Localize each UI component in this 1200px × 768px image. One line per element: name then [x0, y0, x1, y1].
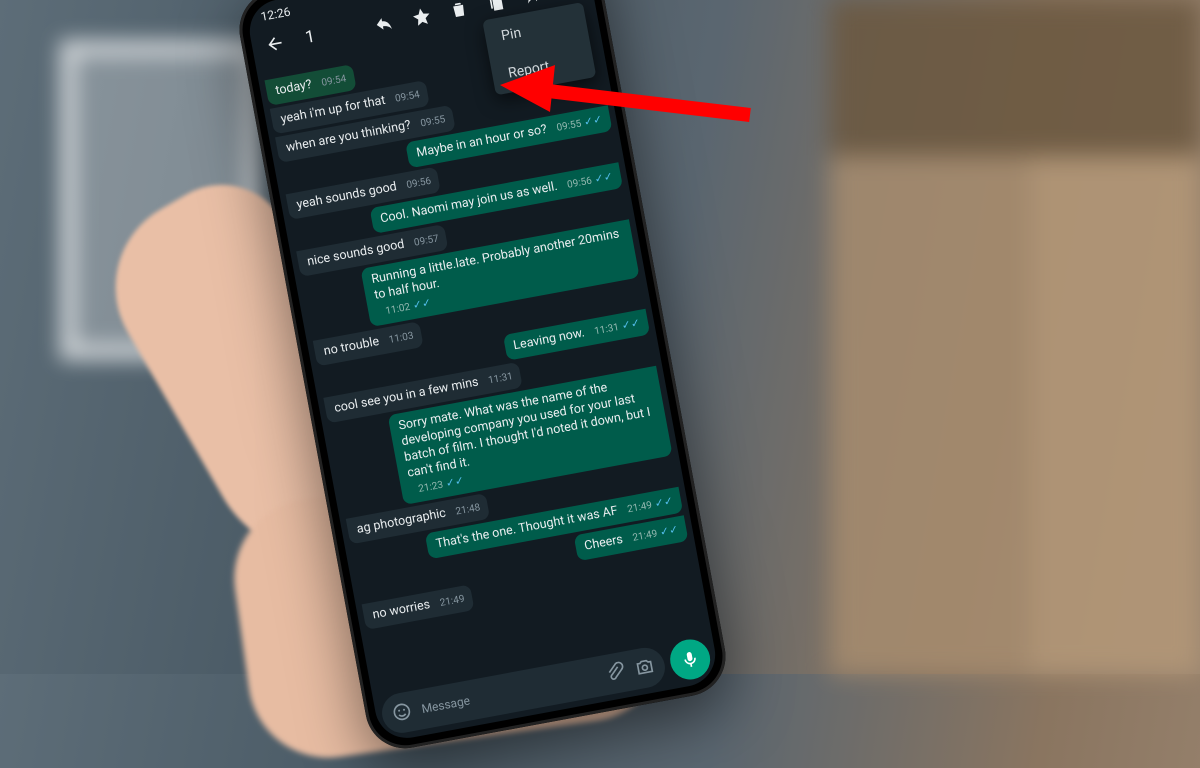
delete-icon[interactable] — [446, 0, 472, 23]
read-ticks-icon: ✓✓ — [659, 522, 679, 538]
message-time: 21:49✓✓ — [626, 494, 674, 517]
message-time: 09:56 — [406, 176, 433, 193]
copy-icon[interactable] — [483, 0, 509, 16]
message-time: 11:03 — [388, 331, 415, 348]
read-ticks-icon: ✓✓ — [445, 474, 465, 490]
read-ticks-icon: ✓✓ — [654, 494, 674, 510]
read-ticks-icon: ✓✓ — [412, 296, 432, 312]
message-text: today? — [274, 77, 313, 99]
message-text: Leaving now. — [512, 325, 586, 354]
message-time: 09:55 — [420, 114, 447, 131]
message-time: 11:31✓✓ — [593, 316, 641, 339]
message-time: 09:57 — [413, 234, 440, 251]
attach-icon[interactable] — [603, 660, 627, 686]
read-ticks-icon: ✓✓ — [621, 316, 641, 332]
message-time: 11:31 — [487, 371, 514, 388]
message-text: Cheers — [583, 531, 624, 554]
status-time: 12:26 — [260, 5, 292, 24]
message-time: 09:56✓✓ — [566, 170, 614, 193]
reply-icon[interactable] — [371, 11, 397, 37]
back-arrow-icon[interactable] — [262, 31, 288, 57]
background-shelves — [830, 0, 1200, 674]
read-ticks-icon: ✓✓ — [593, 170, 613, 186]
star-icon[interactable] — [409, 4, 435, 30]
message-time: 21:49 — [439, 593, 466, 610]
message-text: no worries — [371, 597, 431, 623]
emoji-icon[interactable] — [390, 700, 414, 726]
forward-icon[interactable] — [521, 0, 547, 9]
message-time: 21:48 — [455, 502, 482, 519]
message-time: 21:49✓✓ — [631, 522, 679, 545]
mic-button[interactable] — [667, 636, 714, 683]
message-time: 09:54 — [394, 90, 421, 107]
message-time: 09:54 — [321, 74, 348, 91]
selection-count: 1 — [304, 27, 317, 48]
read-ticks-icon: ✓✓ — [583, 113, 603, 129]
message-time: 09:55✓✓ — [555, 113, 603, 136]
camera-icon[interactable] — [633, 655, 657, 681]
message-text: no trouble — [322, 334, 380, 360]
